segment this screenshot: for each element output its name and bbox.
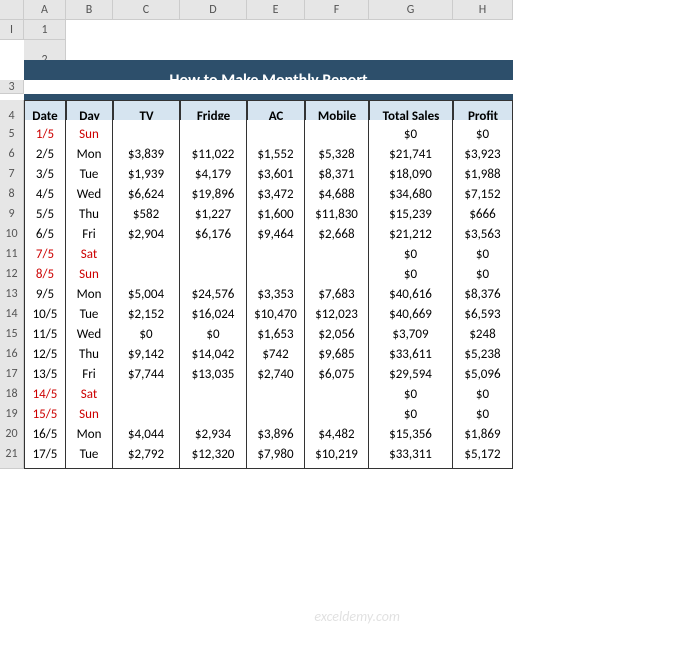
table-cell[interactable]: $2,792 xyxy=(113,440,180,469)
col-head-D[interactable]: D xyxy=(180,0,247,20)
empty-cell[interactable] xyxy=(247,20,305,40)
table-cell[interactable]: $5,172 xyxy=(453,440,513,469)
empty-cell[interactable] xyxy=(24,80,66,94)
spreadsheet-grid: ABCDEFGHI12How to Make Monthly Report34D… xyxy=(0,0,700,460)
col-head-F[interactable]: F xyxy=(305,0,369,20)
empty-cell[interactable] xyxy=(66,80,113,94)
col-head-I[interactable]: I xyxy=(0,20,24,40)
empty-cell[interactable] xyxy=(453,20,513,40)
col-head-B[interactable]: B xyxy=(66,0,113,20)
col-head-C[interactable]: C xyxy=(113,0,180,20)
empty-cell[interactable] xyxy=(0,40,24,60)
empty-cell[interactable] xyxy=(369,20,453,40)
empty-cell[interactable] xyxy=(180,80,247,94)
row-head-21[interactable]: 21 xyxy=(0,440,24,469)
empty-cell[interactable] xyxy=(113,20,180,40)
col-head-H[interactable]: H xyxy=(453,0,513,20)
row-head-1[interactable]: 1 xyxy=(24,20,66,40)
table-cell[interactable]: $33,311 xyxy=(369,440,453,469)
empty-cell[interactable] xyxy=(247,80,305,94)
row-head-3[interactable]: 3 xyxy=(0,80,24,94)
col-head-E[interactable]: E xyxy=(247,0,305,20)
watermark: exceldemy.com xyxy=(314,608,400,625)
empty-cell[interactable] xyxy=(305,80,369,94)
empty-cell[interactable] xyxy=(180,20,247,40)
select-all-corner[interactable] xyxy=(0,0,24,20)
empty-cell[interactable] xyxy=(66,20,113,40)
table-cell[interactable]: $10,219 xyxy=(305,440,369,469)
table-cell[interactable]: $12,320 xyxy=(180,440,247,469)
table-cell[interactable]: Tue xyxy=(66,440,113,469)
empty-cell[interactable] xyxy=(113,80,180,94)
table-cell[interactable]: 17/5 xyxy=(24,440,66,469)
col-head-G[interactable]: G xyxy=(369,0,453,20)
empty-cell[interactable] xyxy=(453,80,513,94)
col-head-A[interactable]: A xyxy=(24,0,66,20)
table-cell[interactable]: $7,980 xyxy=(247,440,305,469)
empty-cell[interactable] xyxy=(369,80,453,94)
empty-cell[interactable] xyxy=(305,20,369,40)
